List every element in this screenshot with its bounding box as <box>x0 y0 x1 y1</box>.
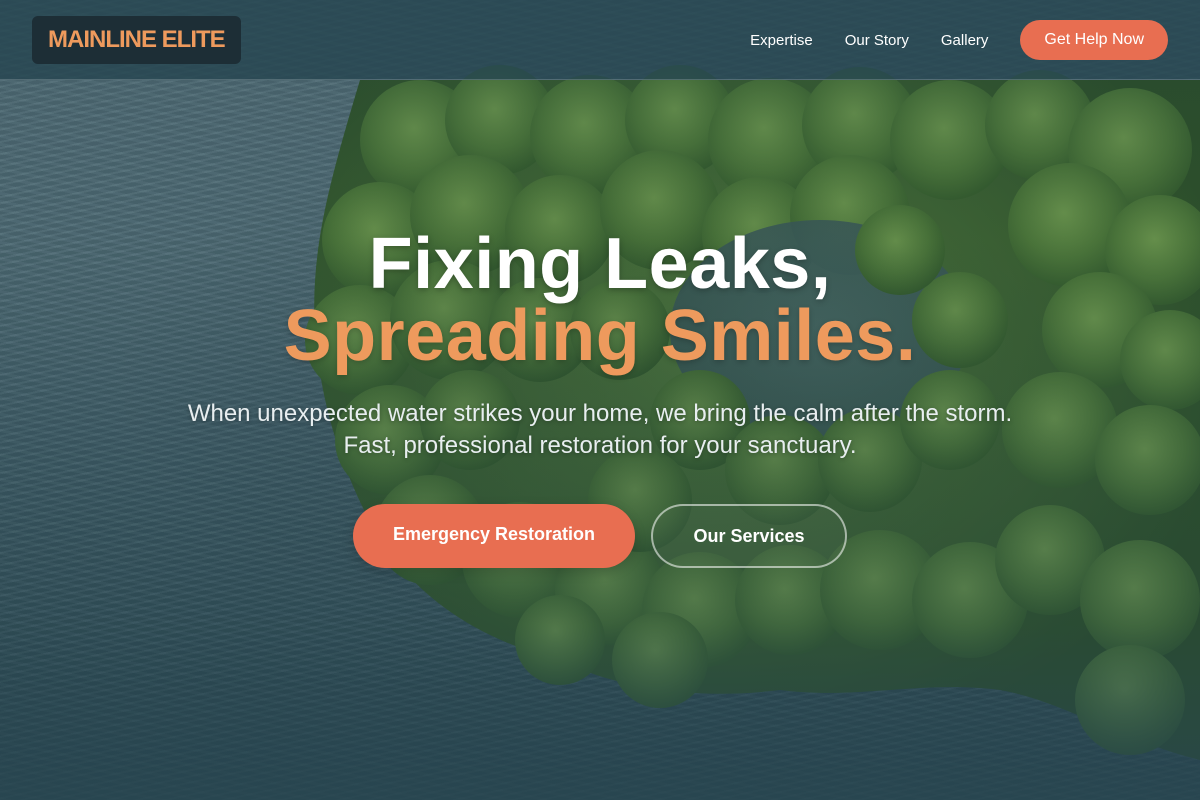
nav-link-gallery[interactable]: Gallery <box>941 32 989 49</box>
nav-link-our-story[interactable]: Our Story <box>845 32 909 49</box>
subtitle-line-1: When unexpected water strikes your home,… <box>187 400 1013 427</box>
headline-line-1: Fixing Leaks, <box>368 224 832 304</box>
site-header: MAINLINE ELITE Expertise Our Story Galle… <box>0 0 1200 80</box>
main-nav: Expertise Our Story Gallery Get Help Now <box>750 20 1168 60</box>
hero-subtitle: When unexpected water strikes your home,… <box>0 398 1200 462</box>
nav-link-expertise[interactable]: Expertise <box>750 32 813 49</box>
hero-section: Fixing Leaks, Spreading Smiles. When une… <box>0 80 1200 800</box>
brand-logo[interactable]: MAINLINE ELITE <box>32 16 241 64</box>
headline-line-2: Spreading Smiles. <box>283 296 917 376</box>
get-help-now-button[interactable]: Get Help Now <box>1020 20 1168 60</box>
our-services-button[interactable]: Our Services <box>651 504 847 568</box>
subtitle-line-2: Fast, professional restoration for your … <box>343 432 857 459</box>
hero-headline: Fixing Leaks, Spreading Smiles. <box>0 228 1200 372</box>
emergency-restoration-button[interactable]: Emergency Restoration <box>353 504 635 568</box>
hero-buttons: Emergency Restoration Our Services <box>0 504 1200 568</box>
